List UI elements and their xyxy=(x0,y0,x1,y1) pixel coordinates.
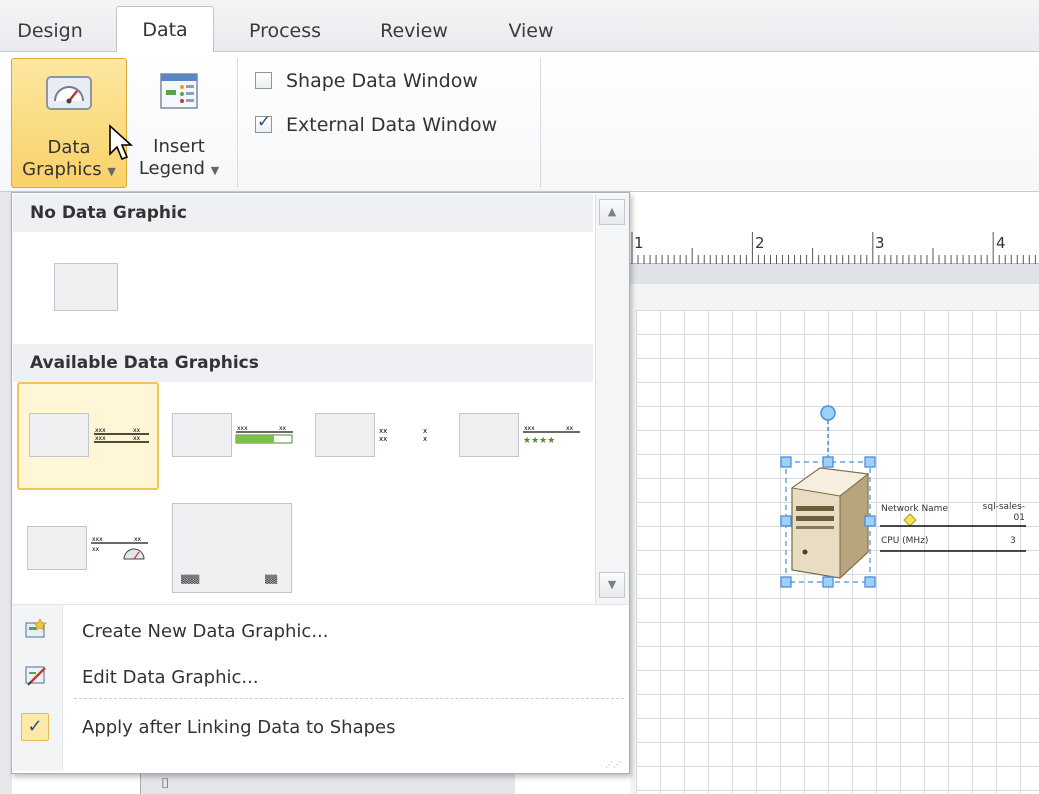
external-data-window-label: External Data Window xyxy=(286,114,498,136)
data-graphic-item-gauge[interactable]: xxx xx xx xyxy=(22,501,152,597)
graphic-thumbnail xyxy=(459,413,519,457)
section-header-no-data-graphic: No Data Graphic xyxy=(13,194,593,232)
horizontal-ruler: 1 2 3 4 xyxy=(630,228,1039,264)
svg-text:xxx: xxx xyxy=(92,536,103,543)
svg-text:xx: xx xyxy=(134,536,142,543)
data-graphic-item-icon-set[interactable]: xx xx x x xyxy=(310,382,440,490)
chevron-down-icon: ▼ xyxy=(210,164,220,177)
mouse-cursor-icon xyxy=(109,124,134,161)
resize-grip-icon[interactable]: ⋰⋰ xyxy=(605,760,621,769)
edit-data-graphic-icon xyxy=(25,666,46,686)
svg-text:xx: xx xyxy=(279,425,287,432)
svg-text:xx: xx xyxy=(92,546,100,553)
server-shape[interactable]: Network Name sql-sales-01 CPU (MHz) 3 xyxy=(780,402,1030,592)
chevron-down-icon: ▼ xyxy=(607,578,617,591)
chevron-up-icon: ▲ xyxy=(607,205,617,218)
shape-data-window-checkbox[interactable]: Shape Data Window xyxy=(255,70,478,92)
svg-text:xxx: xxx xyxy=(95,435,106,442)
svg-text:x: x xyxy=(423,427,427,435)
callout-network-name-label: Network Name xyxy=(881,504,948,514)
graphic-thumbnail xyxy=(27,526,87,570)
edit-data-graphic-label: Edit Data Graphic... xyxy=(82,667,259,688)
external-data-window-checkbox[interactable]: External Data Window xyxy=(255,112,498,136)
ribbon-tabbar: Design Data Process Review View xyxy=(0,0,1039,53)
ruler-shadow xyxy=(630,264,1039,284)
svg-text:xx: xx xyxy=(379,427,387,435)
icon-set-marker-icon: xx xx xyxy=(379,427,387,443)
svg-text:xx: xx xyxy=(133,435,141,442)
no-data-graphic-item[interactable] xyxy=(52,261,120,313)
svg-text:xx: xx xyxy=(566,425,574,432)
legend-icon xyxy=(157,70,201,118)
pane-edge-icon: ⌷ xyxy=(161,776,170,792)
data-graphics-gallery: ▲ ▼ No Data Graphic Available Data Graph… xyxy=(11,192,630,774)
checkbox-icon xyxy=(255,72,272,89)
menu-dashed-separator xyxy=(74,698,624,699)
progress-bar-icon: xxx xx xyxy=(235,425,293,444)
gauge-callout-icon: xxx xx xx xyxy=(91,536,148,560)
chevron-down-icon: ▼ xyxy=(107,165,116,178)
gallery-scrollbar[interactable] xyxy=(595,194,629,604)
svg-text:xxx: xxx xyxy=(237,425,248,432)
gauge-icon xyxy=(44,71,94,119)
scroll-down-button[interactable]: ▼ xyxy=(599,572,625,598)
checkbox-checked-icon xyxy=(255,112,272,133)
apply-after-linking-label: Apply after Linking Data to Shapes xyxy=(82,717,396,738)
tab-view[interactable]: View xyxy=(500,12,562,52)
data-graphics-label-2: Graphics xyxy=(22,159,102,180)
empty-shape-thumbnail xyxy=(54,263,118,311)
gallery-separator xyxy=(13,604,629,605)
graphic-thumbnail xyxy=(315,413,375,457)
ruler-mark-2: 2 xyxy=(755,234,765,252)
svg-text:xx: xx xyxy=(133,427,141,434)
data-graphic-item-text[interactable]: xxx xx xxx xx xyxy=(17,382,159,490)
create-new-data-graphic-label: Create New Data Graphic... xyxy=(82,621,329,642)
star-rating-icon: xxx xx ★★★★ xyxy=(523,425,580,446)
data-graphics-button[interactable]: Data Graphics ▼ xyxy=(11,58,127,188)
svg-text:xx: xx xyxy=(379,435,387,443)
ruler-mark-1: 1 xyxy=(634,234,644,252)
ribbon-group-divider xyxy=(540,58,541,188)
svg-text:▒▒▒: ▒▒▒ xyxy=(181,574,200,584)
ribbon-group-divider xyxy=(237,58,238,188)
section-header-available-data-graphics: Available Data Graphics xyxy=(13,344,593,382)
svg-text:x: x xyxy=(423,435,427,443)
tab-data[interactable]: Data xyxy=(116,6,214,53)
svg-text:xxx: xxx xyxy=(95,427,106,434)
insert-legend-button[interactable]: Insert Legend ▼ xyxy=(132,58,226,188)
tab-design[interactable]: Design xyxy=(10,12,90,52)
callout-cpu-value: 3 xyxy=(1010,536,1016,546)
scroll-up-button[interactable]: ▲ xyxy=(599,199,625,225)
ruler-mark-4: 4 xyxy=(996,234,1006,252)
create-new-data-graphic-menu-item[interactable]: Create New Data Graphic... xyxy=(82,621,329,642)
icon-set-marker-icon: x x xyxy=(423,427,427,443)
data-graphic-item-color-by-value[interactable]: ▒▒▒ ▒▒ xyxy=(167,501,297,597)
callout-cpu-label: CPU (MHz) xyxy=(881,536,929,546)
text-callout-icon: xxx xx xxx xx xyxy=(94,427,149,443)
data-graphic-item-bar[interactable]: xxx xx xyxy=(167,382,297,490)
graphic-thumbnail xyxy=(172,413,232,457)
callout-network-name-value: sql-sales-01 xyxy=(982,502,1025,523)
insert-legend-label-2: Legend xyxy=(138,158,205,179)
data-graphic-item-stars[interactable]: xxx xx ★★★★ xyxy=(452,382,592,490)
new-data-graphic-icon xyxy=(25,618,47,638)
apply-after-linking-menu-item[interactable]: Apply after Linking Data to Shapes xyxy=(82,717,396,738)
ruler-mark-3: 3 xyxy=(875,234,885,252)
graphic-thumbnail xyxy=(29,413,89,457)
insert-legend-label-1: Insert xyxy=(153,136,205,157)
edit-data-graphic-menu-item[interactable]: Edit Data Graphic... xyxy=(82,667,259,688)
tab-review[interactable]: Review xyxy=(372,12,456,52)
svg-text:▒▒: ▒▒ xyxy=(265,574,278,584)
bottom-pane: ⌷ xyxy=(140,774,515,794)
shape-data-window-label: Shape Data Window xyxy=(286,70,478,92)
svg-text:★★★★: ★★★★ xyxy=(523,436,555,446)
checkmark-icon: ✓ xyxy=(21,713,49,741)
svg-text:xxx: xxx xyxy=(524,425,535,432)
color-by-value-icon: ▒▒▒ ▒▒ xyxy=(181,574,278,584)
tab-process[interactable]: Process xyxy=(240,12,330,52)
